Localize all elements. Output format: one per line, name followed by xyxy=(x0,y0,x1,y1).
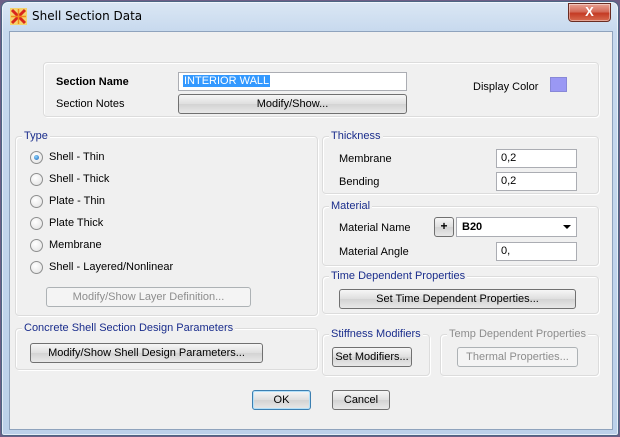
time-dependent-legend: Time Dependent Properties xyxy=(329,270,468,282)
stiffness-panel: Stiffness Modifiers Set Modifiers... xyxy=(322,328,430,376)
type-panel: Type Shell - Thin Shell - Thick Plate - … xyxy=(15,130,318,316)
type-legend: Type xyxy=(22,130,50,142)
material-angle-input[interactable]: 0, xyxy=(496,242,577,261)
dialog-client: Section Name INTERIOR WALL Section Notes… xyxy=(9,31,613,430)
close-icon: X xyxy=(585,4,594,19)
thickness-legend: Thickness xyxy=(329,130,383,142)
dialog-window: Shell Section Data X Section Name INTERI… xyxy=(1,1,619,436)
window-title: Shell Section Data xyxy=(32,9,143,23)
material-legend: Material xyxy=(329,200,373,212)
material-name-label: Material Name xyxy=(339,222,411,234)
ok-button[interactable]: OK xyxy=(252,390,311,410)
bending-thickness-input[interactable]: 0,2 xyxy=(496,172,577,191)
close-button[interactable]: X xyxy=(568,3,611,22)
title-bar[interactable]: Shell Section Data X xyxy=(2,2,618,30)
radio-shell-thick[interactable] xyxy=(30,173,43,186)
bending-label: Bending xyxy=(339,176,380,188)
display-color-label: Display Color xyxy=(473,81,539,93)
time-dependent-button[interactable]: Set Time Dependent Properties... xyxy=(339,289,576,309)
section-notes-button[interactable]: Modify/Show... xyxy=(178,94,407,114)
shell-design-parameters-button[interactable]: Modify/Show Shell Design Parameters... xyxy=(30,343,263,363)
temp-dependent-legend: Temp Dependent Properties xyxy=(447,328,588,340)
concrete-legend: Concrete Shell Section Design Parameters xyxy=(22,322,236,334)
membrane-label: Membrane xyxy=(339,153,392,165)
app-icon xyxy=(10,8,27,25)
layer-definition-button[interactable]: Modify/Show Layer Definition... xyxy=(46,287,251,307)
time-dependent-panel: Time Dependent Properties Set Time Depen… xyxy=(322,270,599,314)
plus-icon: + xyxy=(440,219,448,233)
material-angle-label: Material Angle xyxy=(339,246,409,258)
material-name-select[interactable]: B20 xyxy=(456,217,577,237)
thermal-properties-button[interactable]: Thermal Properties... xyxy=(457,347,578,367)
material-panel: Material Material Name + B20 Material An… xyxy=(322,200,599,266)
cancel-button[interactable]: Cancel xyxy=(332,390,390,410)
radio-shell-layered[interactable] xyxy=(30,261,43,274)
thickness-panel: Thickness Membrane 0,2 Bending 0,2 xyxy=(322,130,599,194)
radio-shell-thin[interactable] xyxy=(30,151,43,164)
section-panel: Section Name INTERIOR WALL Section Notes… xyxy=(43,62,599,117)
temp-dependent-panel: Temp Dependent Properties Thermal Proper… xyxy=(440,328,599,376)
display-color-swatch[interactable] xyxy=(550,77,567,92)
section-name-label: Section Name xyxy=(56,76,129,88)
chevron-down-icon xyxy=(563,225,571,229)
set-modifiers-button[interactable]: Set Modifiers... xyxy=(332,347,412,367)
radio-membrane[interactable] xyxy=(30,239,43,252)
section-notes-label: Section Notes xyxy=(56,98,125,110)
stiffness-legend: Stiffness Modifiers xyxy=(329,328,423,340)
radio-plate-thin[interactable] xyxy=(30,195,43,208)
membrane-thickness-input[interactable]: 0,2 xyxy=(496,149,577,168)
radio-plate-thick[interactable] xyxy=(30,217,43,230)
section-name-input[interactable]: INTERIOR WALL xyxy=(178,72,407,91)
concrete-panel: Concrete Shell Section Design Parameters… xyxy=(15,322,318,370)
add-material-button[interactable]: + xyxy=(434,217,454,237)
